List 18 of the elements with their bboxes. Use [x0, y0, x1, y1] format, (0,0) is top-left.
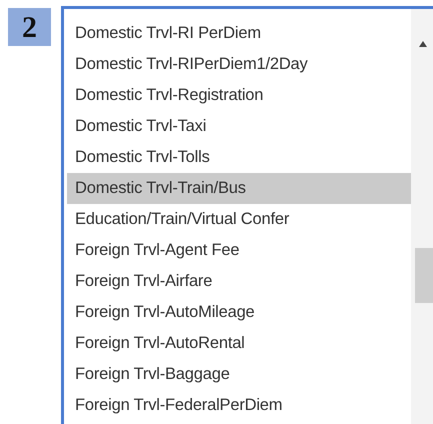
scrollbar[interactable] [411, 9, 433, 424]
list-item[interactable]: Domestic Trvl-Taxi [67, 111, 411, 142]
list-item[interactable]: Education/Train/Virtual Confer [67, 204, 411, 235]
list-item[interactable]: Domestic Trvl-RI PerDiem [67, 18, 411, 49]
scroll-up-icon[interactable] [419, 41, 427, 47]
list-item[interactable]: Domestic Trvl-RIPerDiem1/2Day [67, 49, 411, 80]
list-item[interactable]: Domestic Trvl-Registration [67, 80, 411, 111]
list-item[interactable]: Foreign Trvl-FederalPerDiem [67, 390, 411, 421]
list-box[interactable] [61, 6, 433, 424]
scroll-thumb[interactable] [415, 248, 433, 303]
list-item[interactable]: Foreign Trvl-Airfare [67, 266, 411, 297]
list-item[interactable]: Domestic Trvl-Train/Bus [67, 173, 411, 204]
list-item[interactable]: Domestic Trvl-Tolls [67, 142, 411, 173]
list-item[interactable]: Foreign Trvl-AutoMileage [67, 297, 411, 328]
list-item[interactable]: Foreign Trvl-AutoRental [67, 328, 411, 359]
list-item[interactable]: Foreign Trvl-Baggage [67, 359, 411, 390]
list-item[interactable]: Foreign Trvl-Agent Fee [67, 235, 411, 266]
step-badge: 2 [8, 8, 51, 46]
